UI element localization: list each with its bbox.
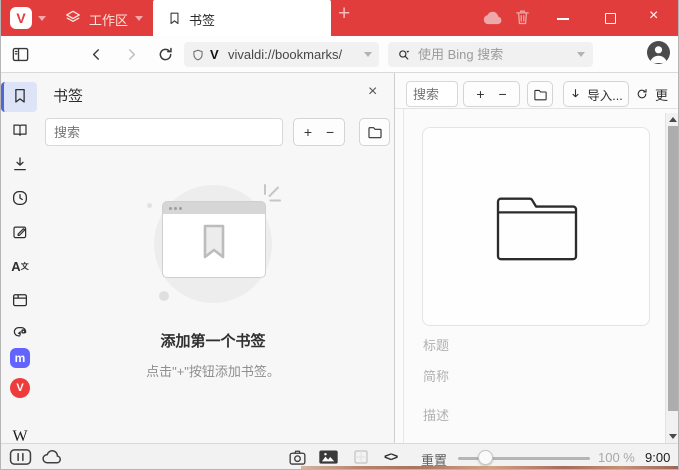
empty-state-heading: 添加第一个书签 (160, 333, 266, 350)
panel-reading-list-button[interactable] (1, 116, 39, 144)
panel-vivaldi-button[interactable]: V (1, 374, 39, 402)
address-toolbar: V (1, 36, 678, 73)
update-thumbnails-button[interactable]: 更 (635, 81, 678, 107)
scroll-down-icon[interactable] (669, 434, 677, 439)
bookmark-icon (166, 10, 182, 26)
panel-add-bookmark-button[interactable]: + (304, 124, 312, 140)
address-dropdown-caret-icon[interactable] (364, 52, 372, 57)
panel-search-input[interactable] (45, 118, 283, 146)
tab-bar: V 工作区 书签 + × (1, 0, 678, 36)
panel-icon-strip: A文 m V W (1, 73, 39, 445)
search-input[interactable] (418, 44, 558, 64)
site-vivaldi-icon[interactable]: V (210, 47, 219, 62)
reload-button[interactable] (155, 44, 175, 64)
translate-icon: A (11, 258, 21, 274)
workspace-label[interactable]: 工作区 (89, 10, 128, 29)
scrollbar[interactable] (665, 113, 678, 443)
search-dropdown-caret-icon[interactable] (577, 52, 585, 57)
bookmark-thumbnail-card[interactable] (422, 127, 650, 326)
workspace-icon[interactable] (63, 8, 83, 28)
address-input[interactable] (228, 47, 348, 62)
workspace-caret-icon[interactable] (135, 16, 143, 21)
bookmark-nickname-field[interactable] (423, 369, 623, 384)
window-graphic-titlebar (163, 202, 265, 214)
vivaldi-menu-button[interactable]: V (10, 7, 32, 29)
sync-status-cloud-icon[interactable] (41, 449, 63, 465)
page-actions-button[interactable]: <> (384, 449, 398, 464)
panel-translate-button[interactable]: A文 (1, 252, 39, 280)
manager-add-bookmark-button[interactable]: + (476, 86, 484, 102)
address-field[interactable]: V (184, 42, 379, 67)
panel-window-button[interactable] (1, 286, 39, 314)
forward-button[interactable] (122, 45, 140, 63)
empty-state-window-graphic (162, 201, 266, 278)
clock[interactable]: 9:00 (645, 450, 670, 465)
maximize-button[interactable] (605, 13, 616, 24)
panel-notes-button[interactable] (1, 218, 39, 246)
panel-mastodon-button[interactable]: m (1, 344, 39, 372)
manager-new-folder-button[interactable] (527, 81, 553, 107)
panel-history-button[interactable] (1, 184, 39, 212)
shield-icon[interactable] (190, 47, 205, 63)
bookmark-description-field[interactable] (423, 408, 623, 423)
bookmarks-manager: + − 导入... 更 (395, 73, 678, 443)
folder-icon (494, 188, 580, 266)
mastodon-icon: m (10, 348, 30, 368)
tab-bookmarks[interactable]: 书签 (153, 0, 331, 36)
panel-title: 书签 (53, 88, 84, 105)
vivaldi-icon: V (10, 378, 30, 398)
panel-add-remove-group: + − (293, 118, 345, 146)
sync-cloud-icon[interactable] (481, 9, 504, 26)
refresh-icon (637, 89, 647, 99)
zoom-level: 100 % (598, 450, 635, 465)
manager-search-input[interactable] (406, 81, 458, 107)
tab-title: 书签 (189, 13, 216, 28)
capture-page-button[interactable] (287, 448, 307, 466)
empty-state-hint: 点击"+"按钮添加书签。 (146, 364, 280, 379)
panel-bookmarks-button[interactable] (1, 82, 39, 110)
decor-dot-large (159, 291, 169, 301)
close-window-button[interactable]: × (649, 7, 658, 25)
bookmark-ribbon-icon (203, 224, 225, 260)
search-bar[interactable] (388, 42, 593, 67)
panel-tab-loop-button[interactable] (1, 317, 39, 345)
bookmarks-panel: 书签 × + − (39, 73, 395, 443)
new-tab-button[interactable]: + (338, 2, 350, 26)
import-arrow-icon (572, 89, 579, 98)
tiling-button[interactable] (353, 449, 369, 465)
toolbar-divider (395, 108, 678, 109)
translate-sub-icon: 文 (20, 261, 29, 271)
panel-downloads-button[interactable] (1, 150, 39, 178)
back-button[interactable] (87, 45, 105, 63)
window-bottom-edge (301, 466, 678, 469)
manager-add-remove-group: + − (463, 81, 520, 107)
zoom-slider[interactable] (458, 450, 590, 465)
bookmark-title-field[interactable] (423, 338, 623, 353)
scrollbar-thumb[interactable] (668, 126, 678, 411)
manager-remove-bookmark-button[interactable]: − (499, 86, 507, 102)
panel-new-folder-button[interactable] (359, 118, 390, 146)
panel-close-button[interactable]: × (368, 83, 377, 101)
search-engine-icon[interactable] (395, 46, 413, 63)
profile-avatar[interactable] (647, 41, 670, 64)
toggle-images-button[interactable] (318, 449, 339, 465)
body: A文 m V W 书签 × 搜索 + − 添加第一个书签 点击"+"按钮添加书签… (1, 73, 678, 445)
panel-toggle-icon[interactable] (10, 44, 30, 64)
scroll-up-icon[interactable] (669, 117, 677, 122)
break-mode-button[interactable] (9, 448, 32, 466)
browser-window: V 工作区 书签 + × V vivaldi://bookmarks/ 使用 B… (0, 0, 679, 470)
trash-icon[interactable] (514, 8, 531, 27)
zoom-slider-knob[interactable] (478, 450, 493, 465)
menu-caret-icon[interactable] (38, 16, 46, 21)
minimize-button[interactable] (557, 18, 569, 20)
panel-remove-bookmark-button[interactable]: − (326, 124, 334, 140)
decor-dot-small (147, 203, 152, 208)
vivaldi-logo-icon: V (16, 10, 26, 26)
import-button[interactable]: 导入... (563, 81, 629, 107)
content-left-edge (403, 108, 404, 443)
